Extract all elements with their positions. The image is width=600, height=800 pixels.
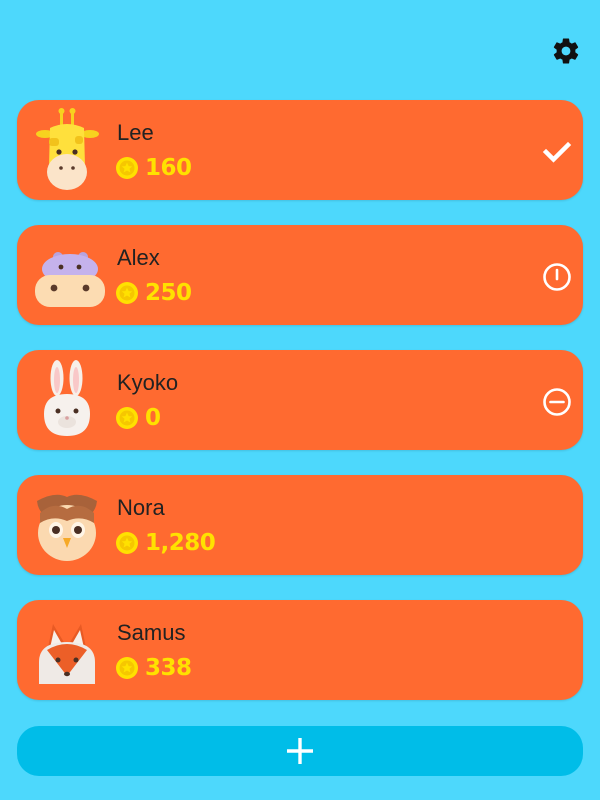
coin-count: 0 [145,405,161,431]
player-card-lee[interactable]: Lee 160 [17,100,583,200]
coin-icon [116,657,138,679]
coin-balance: 0 [115,404,161,432]
add-player-button[interactable] [17,726,583,776]
gear-icon[interactable] [551,36,581,66]
player-card-nora[interactable]: Nora 1,280 [17,475,583,575]
player-name: Alex [117,245,160,270]
player-card-samus[interactable]: Samus 338 [17,600,583,700]
coin-balance: 338 [115,654,192,682]
remove-icon[interactable] [541,386,573,418]
coin-balance: 1,280 [115,529,216,557]
hippo-icon [35,252,105,307]
player-name: Samus [117,620,186,645]
giraffe-icon [36,108,99,190]
player-name: Kyoko [117,370,179,395]
coin-count: 160 [145,155,192,181]
coin-balance: 160 [115,154,192,182]
check-icon[interactable] [541,136,573,168]
coin-count: 338 [145,655,192,681]
player-card-kyoko[interactable]: Kyoko 0 [17,350,583,450]
rabbit-icon [44,360,90,436]
power-icon[interactable] [541,261,573,293]
player-name: Nora [117,495,165,520]
coin-icon [116,407,138,429]
coin-icon [116,282,138,304]
plus-icon [287,738,313,764]
coin-balance: 250 [115,279,192,307]
coin-count: 1,280 [145,530,216,556]
player-card-alex[interactable]: Alex 250 [17,225,583,325]
fox-icon [39,624,95,684]
coin-icon [116,532,138,554]
coin-count: 250 [145,280,192,306]
owl-icon [37,494,97,561]
coin-icon [116,157,138,179]
player-name: Lee [117,120,154,145]
